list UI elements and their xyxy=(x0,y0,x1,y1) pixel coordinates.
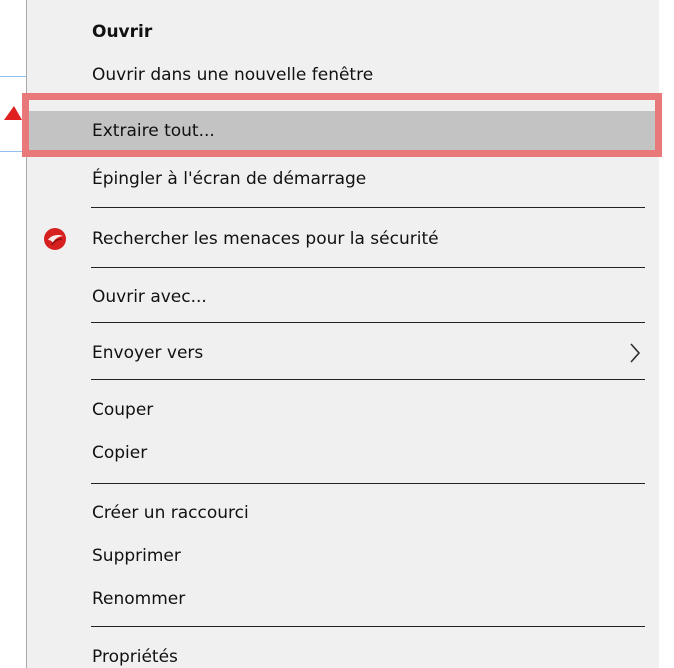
menu-item-label: Envoyer vers xyxy=(92,343,204,363)
menu-item-delete[interactable]: Supprimer xyxy=(27,536,659,576)
annotation-arrow-icon xyxy=(4,106,22,120)
trend-micro-icon xyxy=(43,227,67,251)
menu-item-label: Couper xyxy=(92,400,154,420)
menu-item-open[interactable]: Ouvrir xyxy=(27,12,659,52)
menu-separator xyxy=(91,379,645,380)
menu-item-label: Ouvrir dans une nouvelle fenêtre xyxy=(92,65,374,85)
chevron-right-icon xyxy=(629,342,641,364)
menu-separator xyxy=(91,626,645,627)
menu-item-label: Ouvrir avec... xyxy=(92,287,207,307)
menu-separator xyxy=(91,483,645,484)
menu-item-open-new-window[interactable]: Ouvrir dans une nouvelle fenêtre xyxy=(27,55,659,95)
menu-item-properties[interactable]: Propriétés xyxy=(27,637,659,668)
menu-item-label: Extraire tout... xyxy=(92,121,215,141)
menu-item-rename[interactable]: Renommer xyxy=(27,579,659,619)
menu-item-label: Rechercher les menaces pour la sécurité xyxy=(92,229,439,249)
menu-item-label: Épingler à l'écran de démarrage xyxy=(92,169,367,189)
menu-item-label: Ouvrir xyxy=(92,22,153,42)
menu-separator xyxy=(91,267,645,268)
menu-item-scan-threats[interactable]: Rechercher les menaces pour la sécurité xyxy=(27,219,659,259)
menu-item-pin-to-start[interactable]: Épingler à l'écran de démarrage xyxy=(27,159,659,199)
menu-item-label: Copier xyxy=(92,443,148,463)
menu-item-send-to[interactable]: Envoyer vers xyxy=(27,333,659,373)
menu-separator xyxy=(91,322,645,323)
menu-item-label: Propriétés xyxy=(92,647,178,667)
menu-item-copy[interactable]: Copier xyxy=(27,433,659,473)
menu-separator xyxy=(91,207,645,208)
menu-item-label: Créer un raccourci xyxy=(92,503,249,523)
menu-item-label: Renommer xyxy=(92,589,186,609)
menu-item-cut[interactable]: Couper xyxy=(27,390,659,430)
menu-item-create-shortcut[interactable]: Créer un raccourci xyxy=(27,493,659,533)
context-menu: Ouvrir Ouvrir dans une nouvelle fenêtre … xyxy=(26,0,659,668)
menu-item-label: Supprimer xyxy=(92,546,181,566)
menu-item-extract-all[interactable]: Extraire tout... xyxy=(27,111,659,151)
menu-item-open-with[interactable]: Ouvrir avec... xyxy=(27,277,659,317)
